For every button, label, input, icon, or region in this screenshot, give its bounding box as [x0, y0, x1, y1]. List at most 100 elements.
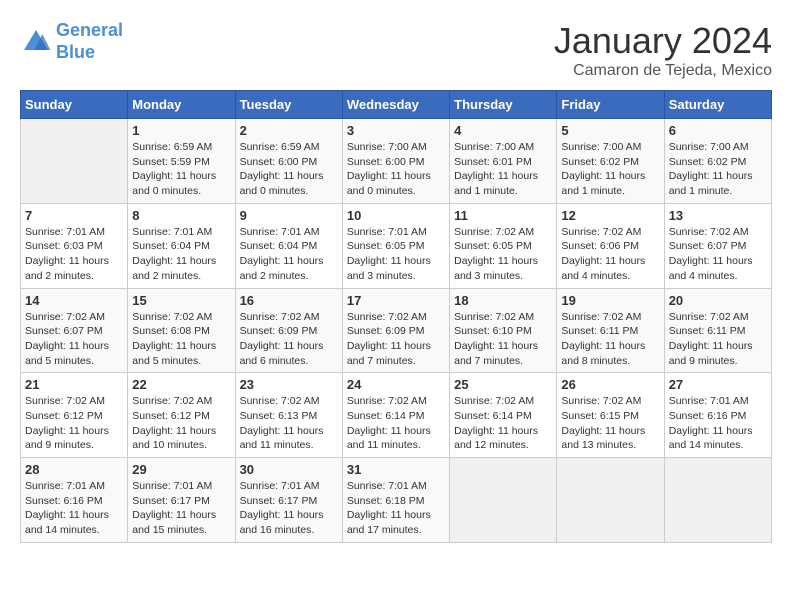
day-info: Sunrise: 6:59 AM Sunset: 5:59 PM Dayligh…	[132, 140, 230, 199]
calendar-cell: 20 Sunrise: 7:02 AM Sunset: 6:11 PM Dayli…	[664, 288, 771, 373]
day-info: Sunrise: 7:01 AM Sunset: 6:16 PM Dayligh…	[25, 479, 123, 538]
calendar-cell: 15 Sunrise: 7:02 AM Sunset: 6:08 PM Dayli…	[128, 288, 235, 373]
day-info: Sunrise: 7:02 AM Sunset: 6:09 PM Dayligh…	[347, 310, 445, 369]
day-info: Sunrise: 7:00 AM Sunset: 6:02 PM Dayligh…	[669, 140, 767, 199]
calendar-cell: 30 Sunrise: 7:01 AM Sunset: 6:17 PM Dayli…	[235, 458, 342, 543]
day-number: 29	[132, 462, 230, 477]
week-row-1: 1Sunrise: 6:59 AM Sunset: 5:59 PM Daylig…	[21, 119, 772, 204]
day-number: 15	[132, 293, 230, 308]
location-title: Camaron de Tejeda, Mexico	[554, 62, 772, 80]
day-number: 20	[669, 293, 767, 308]
calendar-cell: 17Sunrise: 7:02 AM Sunset: 6:09 PM Dayli…	[342, 288, 449, 373]
day-info: Sunrise: 7:01 AM Sunset: 6:18 PM Dayligh…	[347, 479, 445, 538]
day-info: Sunrise: 7:00 AM Sunset: 6:01 PM Dayligh…	[454, 140, 552, 199]
day-number: 13	[669, 208, 767, 223]
day-number: 2	[240, 123, 338, 138]
day-info: Sunrise: 7:01 AM Sunset: 6:16 PM Dayligh…	[669, 394, 767, 453]
day-number: 4	[454, 123, 552, 138]
calendar-cell: 14Sunrise: 7:02 AM Sunset: 6:07 PM Dayli…	[21, 288, 128, 373]
header-monday: Monday	[128, 91, 235, 119]
header-sunday: Sunday	[21, 91, 128, 119]
calendar-cell: 11Sunrise: 7:02 AM Sunset: 6:05 PM Dayli…	[450, 203, 557, 288]
week-row-4: 21 Sunrise: 7:02 AM Sunset: 6:12 PM Dayli…	[21, 373, 772, 458]
day-info: Sunrise: 7:02 AM Sunset: 6:13 PM Dayligh…	[240, 394, 338, 453]
day-info: Sunrise: 7:02 AM Sunset: 6:15 PM Dayligh…	[561, 394, 659, 453]
day-info: Sunrise: 7:00 AM Sunset: 6:02 PM Dayligh…	[561, 140, 659, 199]
day-info: Sunrise: 7:01 AM Sunset: 6:17 PM Dayligh…	[132, 479, 230, 538]
calendar-cell: 16 Sunrise: 7:02 AM Sunset: 6:09 PM Dayli…	[235, 288, 342, 373]
day-number: 12	[561, 208, 659, 223]
calendar-cell: 13 Sunrise: 7:02 AM Sunset: 6:07 PM Dayli…	[664, 203, 771, 288]
calendar-cell: 29 Sunrise: 7:01 AM Sunset: 6:17 PM Dayli…	[128, 458, 235, 543]
calendar-cell: 9 Sunrise: 7:01 AM Sunset: 6:04 PM Daylig…	[235, 203, 342, 288]
header-wednesday: Wednesday	[342, 91, 449, 119]
day-number: 19	[561, 293, 659, 308]
day-info: Sunrise: 7:01 AM Sunset: 6:04 PM Dayligh…	[240, 225, 338, 284]
calendar-cell: 27 Sunrise: 7:01 AM Sunset: 6:16 PM Dayli…	[664, 373, 771, 458]
week-row-3: 14Sunrise: 7:02 AM Sunset: 6:07 PM Dayli…	[21, 288, 772, 373]
day-number: 6	[669, 123, 767, 138]
calendar-cell: 4 Sunrise: 7:00 AM Sunset: 6:01 PM Daylig…	[450, 119, 557, 204]
day-number: 27	[669, 377, 767, 392]
day-info: Sunrise: 7:00 AM Sunset: 6:00 PM Dayligh…	[347, 140, 445, 199]
day-info: Sunrise: 7:01 AM Sunset: 6:17 PM Dayligh…	[240, 479, 338, 538]
day-number: 16	[240, 293, 338, 308]
calendar-cell: 31 Sunrise: 7:01 AM Sunset: 6:18 PM Dayli…	[342, 458, 449, 543]
calendar-cell: 12 Sunrise: 7:02 AM Sunset: 6:06 PM Dayli…	[557, 203, 664, 288]
calendar-cell: 23Sunrise: 7:02 AM Sunset: 6:13 PM Dayli…	[235, 373, 342, 458]
calendar-cell: 19 Sunrise: 7:02 AM Sunset: 6:11 PM Dayli…	[557, 288, 664, 373]
day-info: Sunrise: 7:02 AM Sunset: 6:08 PM Dayligh…	[132, 310, 230, 369]
week-row-5: 28 Sunrise: 7:01 AM Sunset: 6:16 PM Dayli…	[21, 458, 772, 543]
day-number: 5	[561, 123, 659, 138]
day-info: Sunrise: 7:02 AM Sunset: 6:09 PM Dayligh…	[240, 310, 338, 369]
day-number: 28	[25, 462, 123, 477]
page-header: General Blue January 2024 Camaron de Tej…	[20, 20, 772, 80]
calendar-table: SundayMondayTuesdayWednesdayThursdayFrid…	[20, 90, 772, 543]
calendar-cell: 3 Sunrise: 7:00 AM Sunset: 6:00 PM Daylig…	[342, 119, 449, 204]
day-number: 24	[347, 377, 445, 392]
day-number: 25	[454, 377, 552, 392]
calendar-cell: 28 Sunrise: 7:01 AM Sunset: 6:16 PM Dayli…	[21, 458, 128, 543]
calendar-cell	[21, 119, 128, 204]
day-number: 14	[25, 293, 123, 308]
day-number: 9	[240, 208, 338, 223]
day-number: 8	[132, 208, 230, 223]
calendar-cell: 5 Sunrise: 7:00 AM Sunset: 6:02 PM Daylig…	[557, 119, 664, 204]
calendar-cell: 21 Sunrise: 7:02 AM Sunset: 6:12 PM Dayli…	[21, 373, 128, 458]
calendar-cell: 8 Sunrise: 7:01 AM Sunset: 6:04 PM Daylig…	[128, 203, 235, 288]
header-tuesday: Tuesday	[235, 91, 342, 119]
calendar-cell: 2 Sunrise: 6:59 AM Sunset: 6:00 PM Daylig…	[235, 119, 342, 204]
day-info: Sunrise: 7:02 AM Sunset: 6:12 PM Dayligh…	[25, 394, 123, 453]
calendar-cell	[664, 458, 771, 543]
day-info: Sunrise: 7:02 AM Sunset: 6:05 PM Dayligh…	[454, 225, 552, 284]
logo: General Blue	[20, 20, 123, 63]
day-info: Sunrise: 7:02 AM Sunset: 6:12 PM Dayligh…	[132, 394, 230, 453]
week-row-2: 7Sunrise: 7:01 AM Sunset: 6:03 PM Daylig…	[21, 203, 772, 288]
day-info: Sunrise: 6:59 AM Sunset: 6:00 PM Dayligh…	[240, 140, 338, 199]
day-number: 22	[132, 377, 230, 392]
day-info: Sunrise: 7:02 AM Sunset: 6:11 PM Dayligh…	[561, 310, 659, 369]
day-number: 3	[347, 123, 445, 138]
calendar-cell: 18 Sunrise: 7:02 AM Sunset: 6:10 PM Dayli…	[450, 288, 557, 373]
day-info: Sunrise: 7:02 AM Sunset: 6:10 PM Dayligh…	[454, 310, 552, 369]
title-block: January 2024 Camaron de Tejeda, Mexico	[554, 20, 772, 80]
day-number: 30	[240, 462, 338, 477]
logo-text: General Blue	[56, 20, 123, 63]
calendar-cell: 10Sunrise: 7:01 AM Sunset: 6:05 PM Dayli…	[342, 203, 449, 288]
calendar-cell: 6 Sunrise: 7:00 AM Sunset: 6:02 PM Daylig…	[664, 119, 771, 204]
logo-icon	[20, 26, 52, 58]
header-saturday: Saturday	[664, 91, 771, 119]
day-info: Sunrise: 7:01 AM Sunset: 6:04 PM Dayligh…	[132, 225, 230, 284]
day-number: 31	[347, 462, 445, 477]
day-info: Sunrise: 7:02 AM Sunset: 6:07 PM Dayligh…	[669, 225, 767, 284]
day-number: 26	[561, 377, 659, 392]
day-info: Sunrise: 7:02 AM Sunset: 6:14 PM Dayligh…	[347, 394, 445, 453]
day-number: 10	[347, 208, 445, 223]
month-title: January 2024	[554, 20, 772, 62]
day-number: 21	[25, 377, 123, 392]
day-info: Sunrise: 7:02 AM Sunset: 6:11 PM Dayligh…	[669, 310, 767, 369]
day-number: 18	[454, 293, 552, 308]
calendar-cell: 26 Sunrise: 7:02 AM Sunset: 6:15 PM Dayli…	[557, 373, 664, 458]
day-info: Sunrise: 7:02 AM Sunset: 6:06 PM Dayligh…	[561, 225, 659, 284]
day-number: 7	[25, 208, 123, 223]
